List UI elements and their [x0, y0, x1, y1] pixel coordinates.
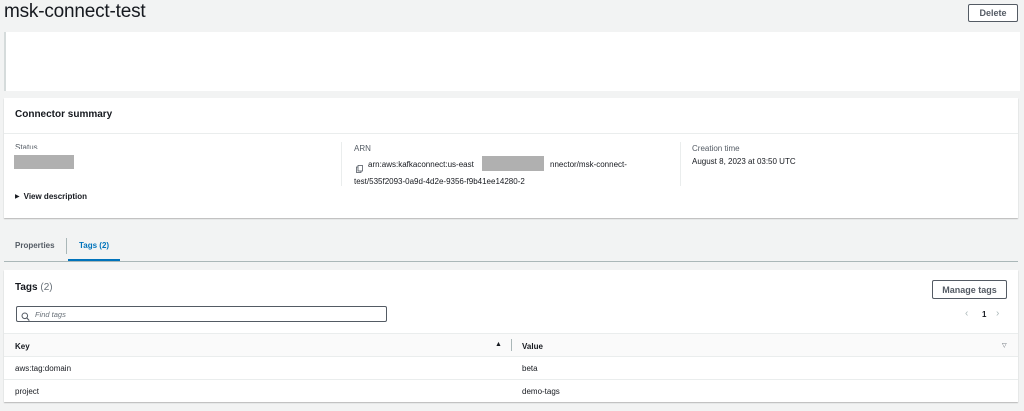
column-divider — [341, 142, 342, 186]
search-input[interactable]: Find tags — [16, 306, 387, 322]
tab-tags[interactable]: Tags (2) — [79, 241, 109, 250]
tag-key: aws:tag:domain — [15, 364, 72, 373]
column-header-value[interactable]: Value — [522, 342, 543, 351]
search-placeholder: Find tags — [35, 310, 66, 319]
delete-button[interactable]: Delete — [968, 4, 1018, 22]
caret-right-icon: ▶ — [15, 194, 20, 200]
info-banner — [4, 32, 1020, 91]
active-tab-indicator — [68, 259, 120, 261]
connector-summary-title: Connector summary — [15, 109, 113, 120]
chevron-left-icon[interactable]: ‹ — [965, 308, 968, 319]
tags-count: (2) — [40, 282, 53, 293]
tag-value: beta — [522, 364, 538, 373]
table-row: aws:tag:domain beta — [4, 357, 1018, 380]
tags-panel: Tags (2) Manage tags Find tags ‹ 1 › Key… — [4, 270, 1018, 402]
redacted-arn-segment — [482, 156, 544, 171]
tags-heading: Tags (2) — [15, 282, 53, 293]
page-title: msk-connect-test — [4, 1, 146, 22]
copy-icon[interactable] — [356, 160, 363, 173]
sort-ascending-icon[interactable]: ▲ — [495, 341, 502, 348]
connector-summary-panel: Connector summary Status ▶ View descript… — [4, 98, 1018, 218]
table-header: Key ▲ Value ▽ — [4, 333, 1018, 357]
view-description-toggle[interactable]: ▶ View description — [15, 192, 87, 201]
page-number[interactable]: 1 — [982, 310, 986, 319]
creation-time-value: August 8, 2023 at 03:50 UTC — [692, 157, 796, 166]
creation-time-label: Creation time — [692, 144, 740, 153]
redacted-status-value — [14, 155, 74, 169]
table-row: project demo-tags — [4, 380, 1018, 403]
tags-title: Tags — [15, 282, 38, 293]
tab-bar: Properties Tags (2) — [4, 234, 1018, 262]
column-header-key[interactable]: Key — [15, 342, 30, 351]
arn-label: ARN — [354, 144, 371, 153]
manage-tags-button[interactable]: Manage tags — [932, 280, 1007, 299]
sort-icon[interactable]: ▽ — [1002, 342, 1007, 349]
chevron-right-icon[interactable]: › — [996, 308, 999, 319]
column-resizer[interactable] — [511, 339, 512, 351]
status-label: Status — [15, 144, 38, 149]
arn-value-part2: nnector/msk-connect- — [550, 160, 627, 169]
tab-properties[interactable]: Properties — [15, 241, 55, 250]
tab-separator — [66, 238, 67, 254]
column-divider — [680, 142, 681, 186]
arn-value-part3: test/535f2093-0a9d-4d2e-9356-f9b41ee1428… — [354, 177, 525, 186]
divider — [4, 133, 1018, 134]
search-icon — [21, 309, 30, 327]
tag-key: project — [15, 387, 40, 396]
arn-value-part1: arn:aws:kafkaconnect:us-east — [368, 160, 474, 169]
tag-value: demo-tags — [522, 387, 560, 396]
view-description-label: View description — [23, 192, 88, 201]
